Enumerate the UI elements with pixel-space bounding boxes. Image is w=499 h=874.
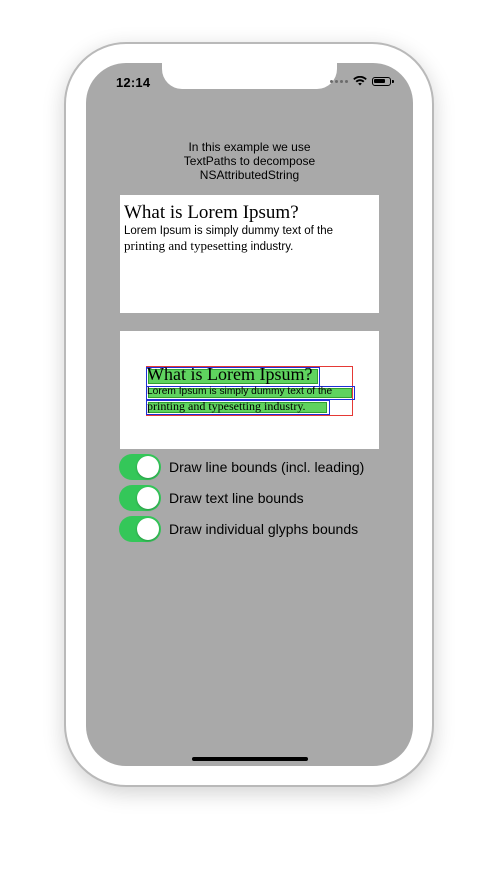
text-line-bounds-label: Draw text line bounds: [169, 490, 304, 506]
toggle-row-line-bounds: Draw line bounds (incl. leading): [119, 454, 364, 480]
glyph-bounds-label: Draw individual glyphs bounds: [169, 521, 359, 537]
toggle-knob: [137, 487, 159, 509]
decomposed-line-2: printing and typesetting industry.: [147, 399, 306, 413]
sample-line-2-sans: industry.: [247, 241, 294, 253]
home-indicator[interactable]: [192, 757, 308, 761]
line-bounds-label: Draw line bounds (incl. leading): [169, 459, 365, 475]
cellular-signal-icon: [330, 79, 348, 83]
sample-title: What is Lorem Ipsum?: [124, 202, 299, 223]
glyph-bounds-toggle[interactable]: [119, 516, 161, 542]
decomposed-line-1: Lorem Ipsum is simply dummy text of the: [147, 386, 333, 397]
text-paths-panel: What is Lorem Ipsum? Lorem Ipsum is simp…: [120, 331, 379, 449]
status-time: 12:14: [116, 75, 151, 90]
device-screen: 12:14 In this example we use TextPaths t…: [86, 63, 413, 766]
status-icons: [330, 76, 394, 86]
toggle-knob: [137, 518, 159, 540]
text-line-bounds-toggle[interactable]: [119, 485, 161, 511]
line-bounds-toggle[interactable]: [119, 454, 161, 480]
toggle-knob: [137, 456, 159, 478]
sample-line-2-serif: printing and typesetting: [124, 238, 248, 253]
sample-line-1: Lorem Ipsum is simply dummy text of the: [124, 225, 333, 237]
battery-icon: [372, 76, 394, 86]
toggle-row-text-line-bounds: Draw text line bounds: [119, 485, 304, 511]
intro-text: In this example we use TextPaths to deco…: [183, 140, 316, 182]
device-notch: [162, 63, 337, 89]
wifi-icon: [353, 76, 367, 86]
attributed-string-panel: What is Lorem Ipsum? Lorem Ipsum is simp…: [120, 195, 379, 313]
toggle-row-glyph-bounds: Draw individual glyphs bounds: [119, 516, 358, 542]
decomposed-title: What is Lorem Ipsum?: [147, 364, 313, 384]
sample-line-2: printing and typesetting industry.: [124, 238, 333, 254]
